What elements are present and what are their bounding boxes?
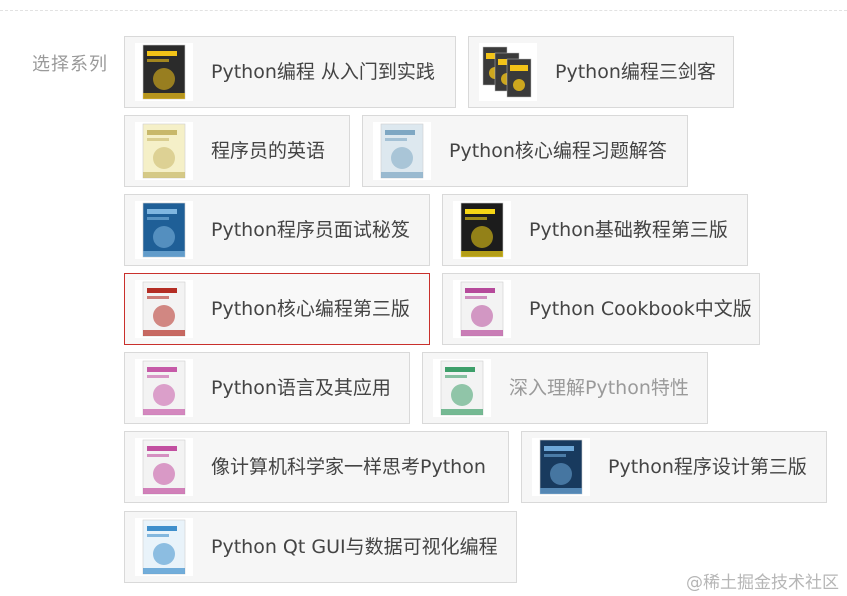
- option-think-python[interactable]: 像计算机科学家一样思考Python: [124, 431, 509, 503]
- option-label: Python编程 从入门到实践: [211, 61, 435, 83]
- cover-art: [142, 281, 186, 337]
- option-label: 程序员的英语: [211, 140, 326, 162]
- option-label: Python Qt GUI与数据可视化编程: [211, 536, 498, 558]
- option-label: Python程序员面试秘笈: [211, 219, 410, 241]
- cover-art: [539, 439, 583, 495]
- series-label: 选择系列: [32, 54, 108, 75]
- book-cover-beginning-python-icon: [453, 201, 511, 259]
- book-cover-python-crash-course-icon: [135, 43, 193, 101]
- cover-art: [142, 519, 186, 575]
- watermark: @稀土掘金技术社区: [686, 573, 839, 593]
- option-programmer-english[interactable]: 程序员的英语: [124, 115, 350, 187]
- cover-art: [142, 123, 186, 179]
- option-introducing-python[interactable]: Python语言及其应用: [124, 352, 410, 424]
- top-divider: [0, 10, 847, 11]
- option-label: Python Cookbook中文版: [529, 298, 752, 320]
- option-python-interview[interactable]: Python程序员面试秘笈: [124, 194, 430, 266]
- cover-art: [482, 46, 532, 98]
- book-cover-python-programming-icon: [532, 438, 590, 496]
- option-python-qt-gui[interactable]: Python Qt GUI与数据可视化编程: [124, 511, 517, 583]
- option-python-tricks[interactable]: 深入理解Python特性: [422, 352, 708, 424]
- option-beginning-python[interactable]: Python基础教程第三版: [442, 194, 748, 266]
- option-label: Python程序设计第三版: [608, 456, 807, 478]
- book-cover-python-cookbook-icon: [453, 280, 511, 338]
- option-label: 像计算机科学家一样思考Python: [211, 456, 486, 478]
- option-label: Python核心编程第三版: [211, 298, 410, 320]
- option-python-trilogy[interactable]: Python编程三剑客: [468, 36, 734, 108]
- option-label: 深入理解Python特性: [509, 377, 689, 399]
- book-cover-python-tricks-icon: [433, 359, 491, 417]
- option-python-cookbook[interactable]: Python Cookbook中文版: [442, 273, 760, 345]
- cover-art: [142, 202, 186, 258]
- cover-art: [460, 202, 504, 258]
- page: 选择系列 Python编程 从入门到实践 Python编程三剑客 程序员的英语 …: [0, 0, 847, 596]
- book-cover-introducing-python-icon: [135, 359, 193, 417]
- book-set-cover-icon: [479, 43, 537, 101]
- cover-art: [142, 44, 186, 100]
- book-cover-core-python-3rd-icon: [135, 280, 193, 338]
- cover-art: [380, 123, 424, 179]
- option-python-crash-course[interactable]: Python编程 从入门到实践: [124, 36, 456, 108]
- cover-art: [460, 281, 504, 337]
- book-cover-core-python-answers-icon: [373, 122, 431, 180]
- book-cover-think-python-icon: [135, 438, 193, 496]
- cover-art: [142, 439, 186, 495]
- book-cover-programmer-english-icon: [135, 122, 193, 180]
- option-label: Python语言及其应用: [211, 377, 391, 399]
- option-core-python-3rd[interactable]: Python核心编程第三版: [124, 273, 430, 345]
- cover-art: [440, 360, 484, 416]
- cover-art: [142, 360, 186, 416]
- option-label: Python基础教程第三版: [529, 219, 728, 241]
- book-cover-python-qt-gui-icon: [135, 518, 193, 576]
- option-core-python-answers[interactable]: Python核心编程习题解答: [362, 115, 688, 187]
- option-label: Python核心编程习题解答: [449, 140, 667, 162]
- option-label: Python编程三剑客: [555, 61, 716, 83]
- book-cover-python-interview-icon: [135, 201, 193, 259]
- option-python-programming[interactable]: Python程序设计第三版: [521, 431, 827, 503]
